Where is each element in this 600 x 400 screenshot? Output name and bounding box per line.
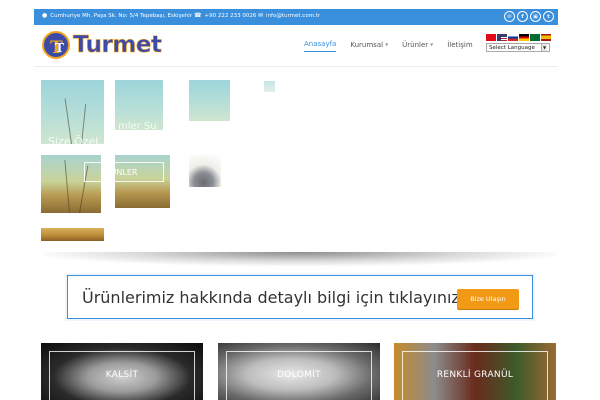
nav-item-anasayfa[interactable]: Anasayfa: [304, 40, 337, 52]
nav-item-label: Kurumsal: [350, 40, 384, 49]
cta-text: Ürünlerimiz hakkında detaylı bilgi için …: [82, 288, 460, 307]
phone-text: +90 222 233 0026: [204, 13, 257, 19]
email-info[interactable]: ✉ info@turmet.com.tr: [258, 12, 321, 20]
product-card-label: KALSİT: [105, 370, 139, 380]
flag-list: [486, 34, 551, 41]
chevron-down-icon: ▼: [385, 42, 389, 47]
instagram-icon[interactable]: ▣: [530, 11, 541, 22]
flag-sa-icon[interactable]: [530, 34, 540, 41]
address-text: Cumhuriye Mh. Paşa Sk. No: 5/4 Tepebaşı,…: [50, 13, 193, 19]
email-text: info@turmet.com.tr: [266, 13, 321, 19]
slide-button-label: ÜNLER: [110, 167, 138, 177]
flag-de-icon[interactable]: [519, 34, 529, 41]
chevron-down-icon: ▼: [430, 42, 434, 47]
flag-ru-icon[interactable]: [508, 34, 518, 41]
address-info: ● Cumhuriye Mh. Paşa Sk. No: 5/4 Tepebaş…: [42, 12, 193, 20]
nav-item-label: İletişim: [447, 40, 473, 49]
logo-mark-icon: TT: [42, 31, 70, 59]
slider-tile: [41, 228, 104, 241]
language-switcher: Select Language ▼: [486, 34, 551, 52]
slide-heading-part: mler Su: [118, 121, 157, 132]
nav-item-iletisim[interactable]: İletişim: [447, 40, 472, 52]
language-select[interactable]: Select Language ▼: [486, 43, 550, 52]
hero-slider[interactable]: Size Özel mler Su ÜNLER: [34, 67, 558, 255]
product-card-label: DOLOMİT: [277, 370, 321, 380]
nav-item-label: Anasayfa: [304, 40, 337, 48]
slide-products-button[interactable]: ÜNLER: [84, 162, 164, 182]
twitter-icon[interactable]: t: [543, 11, 554, 22]
site-logo[interactable]: TT Turmet: [42, 31, 163, 59]
nav-item-urunler[interactable]: Ürünler ▼: [402, 40, 433, 52]
slider-tile: [189, 80, 230, 121]
slider-shadow: [44, 252, 556, 266]
envelope-icon: ✉: [258, 12, 264, 19]
slider-tile: [189, 155, 221, 187]
flag-es-icon[interactable]: [541, 34, 551, 41]
phone-info[interactable]: ☎ +90 222 233 0026: [194, 12, 257, 20]
logo-text: Turmet: [73, 32, 163, 59]
page: ● Cumhuriye Mh. Paşa Sk. No: 5/4 Tepebaş…: [0, 0, 600, 400]
product-card-label: RENKLİ GRANÜL: [436, 370, 514, 380]
slide-heading: Size Özel: [48, 135, 99, 148]
main-nav: Anasayfa Kurumsal ▼ Ürünler ▼ İletişim: [304, 40, 473, 52]
contact-us-button-label: Bize Ulaşın: [470, 295, 506, 303]
flag-tr-icon[interactable]: [486, 34, 496, 41]
site-header: TT Turmet Anasayfa Kurumsal ▼ Ürünler ▼ …: [34, 25, 558, 67]
product-card-kalsit[interactable]: KALSİT: [41, 343, 203, 400]
product-card-renkli-granul[interactable]: RENKLİ GRANÜL: [394, 343, 556, 400]
nav-item-label: Ürünler: [402, 40, 429, 49]
info-cta-box: Ürünlerimiz hakkında detaylı bilgi için …: [67, 275, 533, 319]
product-card-dolomit[interactable]: DOLOMİT: [218, 343, 380, 400]
chevron-down-icon: ▼: [541, 44, 547, 51]
email-icon[interactable]: ✉: [504, 11, 515, 22]
slider-tile: [264, 81, 275, 92]
phone-icon: ☎: [194, 12, 202, 19]
contact-us-button[interactable]: Bize Ulaşın: [457, 289, 519, 309]
flag-us-icon[interactable]: [497, 34, 507, 41]
language-select-value: Select Language: [489, 44, 535, 51]
facebook-icon[interactable]: f: [517, 11, 528, 22]
map-pin-icon: ●: [42, 12, 48, 19]
nav-item-kurumsal[interactable]: Kurumsal ▼: [350, 40, 388, 52]
top-bar: ● Cumhuriye Mh. Paşa Sk. No: 5/4 Tepebaş…: [34, 9, 558, 25]
social-links: ✉ f ▣ t: [504, 11, 554, 22]
